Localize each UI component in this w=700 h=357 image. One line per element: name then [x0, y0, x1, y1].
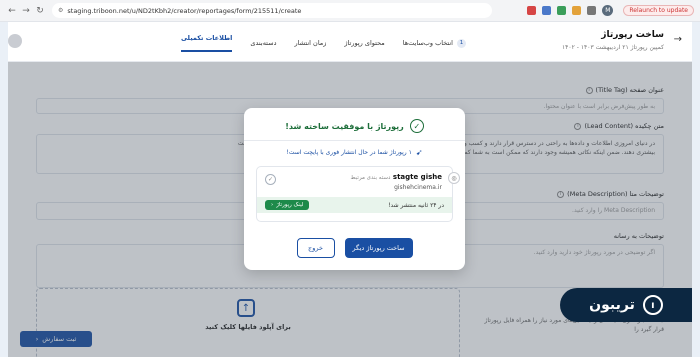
cast-icon[interactable] [527, 6, 537, 15]
page-title: ساخت رپورتاژ [601, 30, 664, 40]
puzzle-icon[interactable] [587, 6, 597, 15]
tab-select-websites[interactable]: 1 انتخاب وب‌سایت‌ها [403, 34, 466, 52]
step-badge: 1 [457, 38, 466, 48]
extension-icons: M Relaunch to update [527, 5, 694, 16]
forward-icon[interactable]: → [20, 5, 32, 17]
profile-avatar[interactable]: M [602, 5, 614, 16]
site-card: ◎ stagte gishe دسته بندی مرتبط gishehcin… [256, 166, 460, 222]
url-text: staging.triboon.net/u/ND2tKbh2/creator/r… [67, 6, 302, 15]
brand-logo-text: تریبون [589, 297, 635, 313]
site-info-icon[interactable]: ⚙ [58, 7, 63, 14]
brand-mark-icon: ı [642, 295, 663, 315]
step-tabs: اطلاعات تکمیلی دسته‌بندی زمان انتشار محت… [180, 34, 466, 52]
address-bar[interactable]: ⚙ staging.triboon.net/u/ND2tKbh2/creator… [52, 3, 492, 18]
create-another-button[interactable]: ساخت رپورتاژ دیگر [344, 238, 413, 258]
extension-icon[interactable] [542, 6, 552, 15]
site-domain: gishehcinema.ir [394, 184, 442, 191]
publish-time-text: در ۲۴ ثانیه منتشر شد! [388, 201, 444, 209]
browser-toolbar: ← → ↻ ⚙ staging.triboon.net/u/ND2tKbh2/c… [0, 0, 700, 22]
divider [244, 140, 465, 141]
modal-title: ✓ رپورتاژ با موفقیت ساخته شد! [244, 119, 465, 133]
exit-button[interactable]: خروج [296, 238, 335, 258]
collapse-handle[interactable] [8, 34, 22, 48]
modal-footer: ساخت رپورتاژ دیگر خروج [244, 238, 465, 258]
tab-category[interactable]: دسته‌بندی [250, 34, 276, 52]
publish-info: ➹ ۱ رپورتاژ شما در حال انتشار فوری با پا… [286, 148, 423, 157]
back-icon[interactable]: ← [6, 5, 18, 17]
globe-icon: ◎ [448, 172, 460, 184]
reportage-link-button[interactable]: لینک رپورتاژ ‹ [265, 200, 310, 210]
brand-logo-badge: ı تریبون [560, 288, 692, 322]
chevron-left-icon: ‹ [271, 202, 274, 208]
page-header: → ساخت رپورتاژ کمپین رپورتاژ ۲۱ اردیبهشت… [8, 22, 692, 62]
back-arrow-icon[interactable]: → [674, 34, 682, 45]
extension-icon[interactable] [572, 6, 582, 15]
site-name: stagte gishe دسته بندی مرتبط [350, 173, 442, 181]
site-category: دسته بندی مرتبط [350, 175, 391, 181]
tab-content[interactable]: محتوای رپورتاژ [344, 34, 384, 52]
page-subtitle: کمپین رپورتاژ ۲۱ اردیبهشت ۱۴۰۳ - ۱۴۰۲ [561, 44, 664, 51]
publish-status-row: در ۲۴ ثانیه منتشر شد! لینک رپورتاژ ‹ [257, 197, 452, 213]
tab-extra-info[interactable]: اطلاعات تکمیلی [180, 34, 233, 52]
extension-icon[interactable] [557, 6, 567, 15]
check-circle-icon: ✓ [409, 119, 424, 133]
success-modal: ✓ رپورتاژ با موفقیت ساخته شد! ➹ ۱ رپورتا… [244, 108, 465, 270]
relaunch-button[interactable]: Relaunch to update [623, 5, 694, 16]
reload-icon[interactable]: ↻ [34, 5, 46, 17]
tab-publish-time[interactable]: زمان انتشار [294, 34, 326, 52]
rocket-icon: ➹ [415, 148, 423, 157]
status-check-icon: ✓ [265, 174, 276, 185]
